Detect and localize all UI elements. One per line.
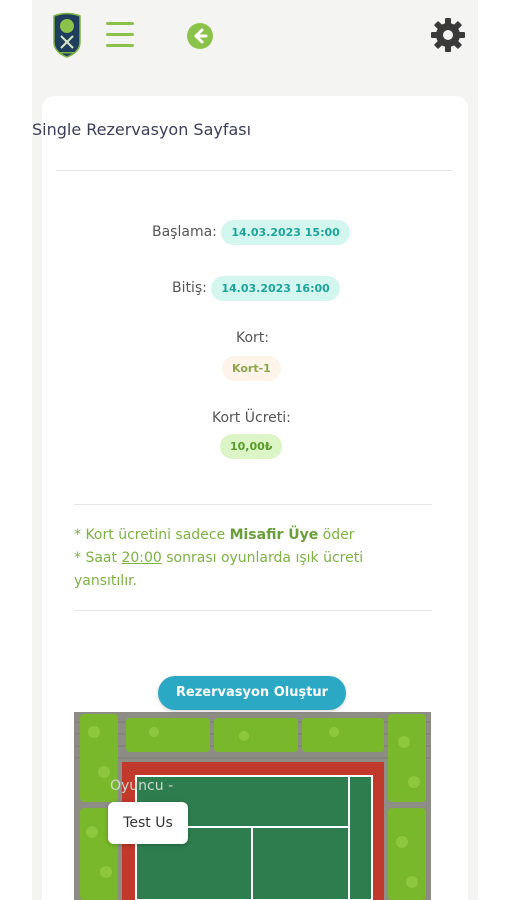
- fee-label: Kort Ücreti:: [212, 410, 291, 426]
- top-bar: [32, 0, 478, 80]
- note-line-1: * Kort ücretini sadece Misafir Üye öder: [74, 527, 355, 543]
- end-row: Bitiş: 14.03.2023 16:00: [172, 276, 340, 301]
- page-title: Single Rezervasyon Sayfası: [32, 120, 252, 139]
- end-label: Bitiş:: [172, 280, 207, 296]
- court-label: Kort:: [236, 330, 270, 346]
- court-value-badge: Kort-1: [222, 356, 281, 381]
- notes-block: * Kort ücretini sadece Misafir Üye öder …: [74, 524, 414, 593]
- hamburger-menu-icon[interactable]: [106, 22, 136, 48]
- notes-divider: [74, 610, 432, 611]
- end-value-badge: 14.03.2023 16:00: [211, 276, 340, 301]
- start-row: Başlama: 14.03.2023 15:00: [152, 220, 350, 245]
- court-value-row: Kort-1: [222, 356, 281, 381]
- fee-value-badge: 10,00₺: [220, 434, 283, 459]
- fee-value-row: 10,00₺: [220, 434, 283, 459]
- note-highlight: Misafir Üye: [229, 527, 319, 543]
- note-time: 20:00: [121, 550, 162, 566]
- start-value-badge: 14.03.2023 15:00: [221, 220, 350, 245]
- back-arrow-icon[interactable]: [186, 22, 214, 50]
- gear-icon[interactable]: [430, 17, 466, 53]
- start-label: Başlama:: [152, 224, 217, 240]
- create-reservation-button[interactable]: Rezervasyon Oluştur: [158, 676, 346, 710]
- info-divider: [74, 504, 432, 505]
- club-logo[interactable]: [52, 12, 82, 58]
- note-line-2: * Saat 20:00 sonrası oyunlarda ışık ücre…: [74, 550, 364, 589]
- player-card[interactable]: Test Us: [108, 802, 188, 844]
- title-divider: [56, 170, 452, 171]
- player-label: Oyuncu -: [110, 778, 174, 794]
